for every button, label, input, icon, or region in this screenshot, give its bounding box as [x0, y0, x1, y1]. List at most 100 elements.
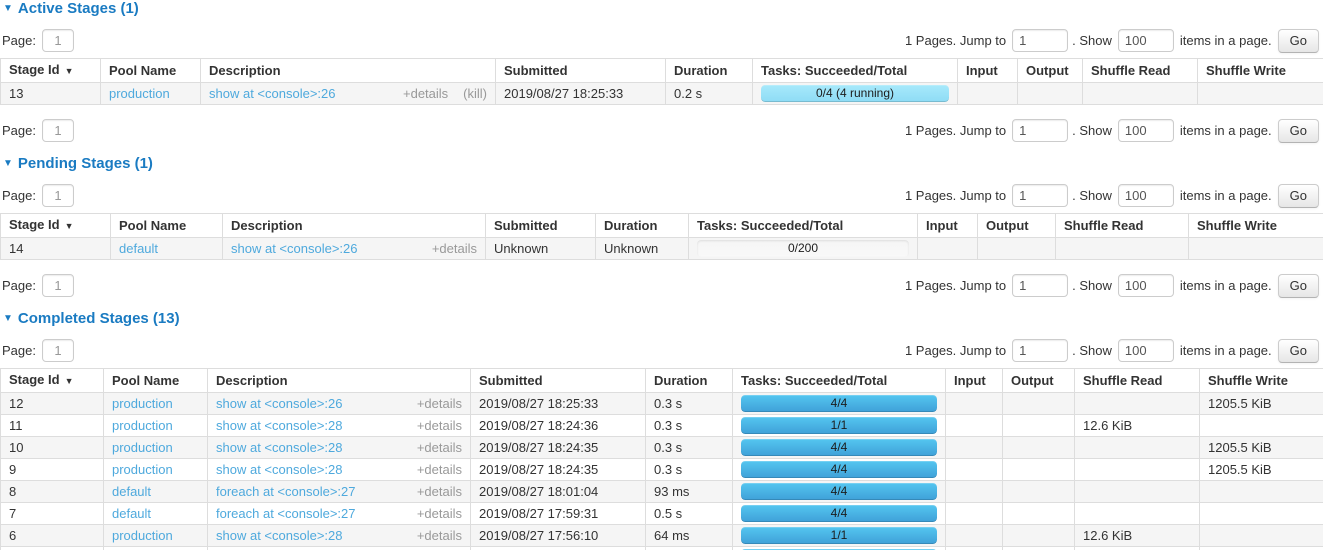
column-header-stage-id[interactable]: Stage Id▼ — [1, 369, 104, 393]
task-progress-label: 1/1 — [741, 527, 937, 544]
output-cell — [1003, 415, 1075, 437]
column-header-description[interactable]: Description — [208, 369, 471, 393]
page-number-input[interactable] — [42, 29, 74, 52]
column-header-submitted[interactable]: Submitted — [496, 59, 666, 83]
pool-name-link[interactable]: production — [109, 86, 170, 101]
description-link[interactable]: show at <console>:26 — [209, 86, 335, 101]
column-header-tasks-succeeded-total[interactable]: Tasks: Succeeded/Total — [753, 59, 958, 83]
column-header-submitted[interactable]: Submitted — [486, 214, 596, 238]
tasks-progress-cell: 4/4 — [733, 393, 946, 415]
description-actions: +details (kill) — [403, 84, 487, 103]
pool-name-cell: production — [104, 459, 208, 481]
column-header-input[interactable]: Input — [918, 214, 978, 238]
page-number-input[interactable] — [42, 184, 74, 207]
pool-name-link[interactable]: default — [112, 506, 151, 521]
jump-to-input[interactable] — [1012, 119, 1068, 142]
section-header-pending-stages[interactable]: ▼ Pending Stages (1) — [3, 156, 1323, 172]
jump-to-input[interactable] — [1012, 339, 1068, 362]
column-header-description[interactable]: Description — [223, 214, 486, 238]
description-cell: +detailsshow at <console>:28 — [208, 547, 471, 550]
column-header-stage-id[interactable]: Stage Id▼ — [1, 214, 111, 238]
column-header-shuffle-write[interactable]: Shuffle Write — [1198, 59, 1323, 83]
details-toggle-link[interactable]: +details — [403, 86, 448, 101]
column-header-output[interactable]: Output — [1018, 59, 1083, 83]
column-header-duration[interactable]: Duration — [666, 59, 753, 83]
column-header-description[interactable]: Description — [201, 59, 496, 83]
go-button[interactable]: Go — [1278, 274, 1319, 298]
pool-name-link[interactable]: default — [112, 484, 151, 499]
column-header-shuffle-read[interactable]: Shuffle Read — [1056, 214, 1189, 238]
stage-row: 14default+detailsshow at <console>:26Unk… — [1, 238, 1323, 260]
column-header-submitted[interactable]: Submitted — [471, 369, 646, 393]
pool-name-link[interactable]: production — [112, 528, 173, 543]
details-toggle-link[interactable]: +details — [432, 241, 477, 256]
description-link[interactable]: show at <console>:28 — [216, 440, 342, 455]
details-toggle-link[interactable]: +details — [417, 506, 462, 521]
go-button[interactable]: Go — [1278, 119, 1319, 143]
column-header-shuffle-read[interactable]: Shuffle Read — [1083, 59, 1198, 83]
column-header-input[interactable]: Input — [946, 369, 1003, 393]
task-progress-label: 4/4 — [741, 505, 937, 522]
column-header-tasks-succeeded-total[interactable]: Tasks: Succeeded/Total — [689, 214, 918, 238]
go-button[interactable]: Go — [1278, 339, 1319, 363]
task-progress-label: 4/4 — [741, 483, 937, 500]
stage-id-cell: 11 — [1, 415, 104, 437]
description-link[interactable]: show at <console>:26 — [216, 396, 342, 411]
description-link[interactable]: foreach at <console>:27 — [216, 506, 356, 521]
column-header-pool-name[interactable]: Pool Name — [104, 369, 208, 393]
column-header-shuffle-write[interactable]: Shuffle Write — [1189, 214, 1323, 238]
shuffle-write-cell — [1200, 525, 1323, 547]
show-count-input[interactable] — [1118, 119, 1174, 142]
page-number-input[interactable] — [42, 339, 74, 362]
column-header-duration[interactable]: Duration — [646, 369, 733, 393]
kill-link[interactable]: (kill) — [463, 86, 487, 101]
description-link[interactable]: show at <console>:28 — [216, 418, 342, 433]
jump-to-input[interactable] — [1012, 184, 1068, 207]
description-link[interactable]: show at <console>:28 — [216, 462, 342, 477]
column-header-pool-name[interactable]: Pool Name — [111, 214, 223, 238]
details-toggle-link[interactable]: +details — [417, 528, 462, 543]
column-header-shuffle-read[interactable]: Shuffle Read — [1075, 369, 1200, 393]
description-link[interactable]: foreach at <console>:27 — [216, 484, 356, 499]
column-header-output[interactable]: Output — [1003, 369, 1075, 393]
show-count-input[interactable] — [1118, 29, 1174, 52]
show-count-input[interactable] — [1118, 339, 1174, 362]
section-header-completed-stages[interactable]: ▼ Completed Stages (13) — [3, 311, 1323, 327]
column-header-input[interactable]: Input — [958, 59, 1018, 83]
shuffle-read-cell — [1075, 437, 1200, 459]
pool-name-link[interactable]: production — [112, 462, 173, 477]
jump-to-input[interactable] — [1012, 29, 1068, 52]
show-count-input[interactable] — [1118, 184, 1174, 207]
column-header-shuffle-write[interactable]: Shuffle Write — [1200, 369, 1323, 393]
details-toggle-link[interactable]: +details — [417, 484, 462, 499]
section-header-active-stages[interactable]: ▼ Active Stages (1) — [3, 1, 1323, 17]
details-toggle-link[interactable]: +details — [417, 462, 462, 477]
show-count-input[interactable] — [1118, 274, 1174, 297]
column-header-pool-name[interactable]: Pool Name — [101, 59, 201, 83]
go-button[interactable]: Go — [1278, 184, 1319, 208]
details-toggle-link[interactable]: +details — [417, 396, 462, 411]
column-header-tasks-succeeded-total[interactable]: Tasks: Succeeded/Total — [733, 369, 946, 393]
section-title-text: Completed Stages (13) — [18, 311, 180, 327]
collapse-arrow-icon: ▼ — [3, 311, 13, 327]
stage-row: 5production+detailsshow at <console>:282… — [1, 547, 1323, 550]
page-number-input[interactable] — [42, 274, 74, 297]
pool-name-link[interactable]: default — [119, 241, 158, 256]
column-header-output[interactable]: Output — [978, 214, 1056, 238]
column-header-stage-id[interactable]: Stage Id▼ — [1, 59, 101, 83]
pool-name-link[interactable]: production — [112, 396, 173, 411]
details-toggle-link[interactable]: +details — [417, 418, 462, 433]
pool-name-link[interactable]: production — [112, 418, 173, 433]
description-link[interactable]: show at <console>:26 — [231, 241, 357, 256]
page-number-input[interactable] — [42, 119, 74, 142]
pool-name-link[interactable]: production — [112, 440, 173, 455]
submitted-cell: 2019/08/27 18:25:33 — [471, 393, 646, 415]
jump-to-input[interactable] — [1012, 274, 1068, 297]
description-actions: +details — [417, 416, 462, 435]
details-toggle-link[interactable]: +details — [417, 440, 462, 455]
column-header-duration[interactable]: Duration — [596, 214, 689, 238]
description-link[interactable]: show at <console>:28 — [216, 528, 342, 543]
duration-cell: 93 ms — [646, 481, 733, 503]
tasks-progress-cell: 4/4 — [733, 503, 946, 525]
go-button[interactable]: Go — [1278, 29, 1319, 53]
